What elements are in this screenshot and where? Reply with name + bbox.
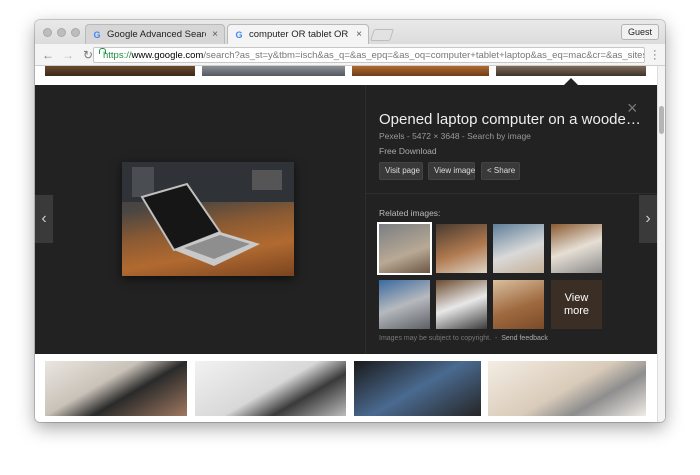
result-thumbnail[interactable]	[45, 66, 195, 76]
result-thumbnail[interactable]	[45, 361, 187, 416]
visit-page-button[interactable]: Visit page	[379, 162, 423, 180]
result-thumbnail[interactable]	[488, 361, 646, 416]
related-images-label: Related images:	[379, 208, 441, 218]
license-label: Free Download	[379, 146, 437, 156]
related-image-thumbnail[interactable]	[379, 280, 430, 329]
vertical-scrollbar[interactable]	[657, 66, 665, 422]
image-title[interactable]: Opened laptop computer on a woode…	[379, 111, 641, 128]
forward-arrow-icon[interactable]: →	[61, 48, 75, 62]
url-path: /search?as_st=y&tbm=isch&as_q=&as_epq=&a…	[203, 49, 645, 61]
tab-image-search[interactable]: G computer OR tablet OR laptop ×	[227, 24, 369, 44]
related-image-thumbnail[interactable]	[436, 280, 487, 329]
window-controls	[43, 28, 80, 37]
address-bar[interactable]: https://www.google.com/search?as_st=y&tb…	[93, 47, 645, 63]
google-g-icon: G	[235, 29, 243, 40]
result-thumbnail[interactable]	[195, 361, 346, 416]
maximize-window-button[interactable]	[71, 28, 80, 37]
title-bar: G Google Advanced Search × G computer OR…	[35, 20, 665, 44]
next-image-button[interactable]: ›	[639, 195, 657, 243]
related-image-thumbnail[interactable]	[493, 280, 544, 329]
previous-image-button[interactable]: ‹	[35, 195, 53, 243]
share-label: Share	[493, 166, 516, 175]
back-arrow-icon[interactable]: ←	[41, 48, 55, 62]
close-window-button[interactable]	[43, 28, 52, 37]
view-more-button[interactable]: View more	[551, 280, 602, 329]
section-divider	[366, 193, 657, 194]
result-thumbnail[interactable]	[352, 66, 489, 76]
url-scheme: https://	[103, 49, 132, 61]
selection-pointer	[564, 78, 578, 85]
page-content: ‹ × Opened laptop computer on a woode… P…	[35, 66, 665, 422]
chevron-left-icon: ‹	[41, 210, 47, 227]
copyright-disclaimer: Images may be subject to copyright. - Se…	[379, 335, 548, 342]
share-button[interactable]: < Share	[481, 162, 520, 180]
browser-window: G Google Advanced Search × G computer OR…	[35, 20, 665, 422]
tab-label: Google Advanced Search	[107, 29, 207, 40]
result-thumbnail[interactable]	[354, 361, 481, 416]
new-tab-button[interactable]	[370, 29, 394, 41]
image-meta: Pexels - 5472 × 3648 - Search by image	[379, 131, 531, 141]
url-domain: www.google.com	[131, 49, 204, 61]
close-tab-icon[interactable]: ×	[212, 29, 218, 40]
image-preview-panel: ‹ × Opened laptop computer on a woode… P…	[35, 85, 657, 354]
menu-dots-icon[interactable]: · · ·	[653, 46, 657, 65]
tab-advanced-search[interactable]: G Google Advanced Search ×	[85, 24, 225, 44]
browser-toolbar: ← → ↻ https://www.google.com/search?as_s…	[35, 44, 665, 66]
copyright-notice: Images may be subject to copyright.	[379, 335, 492, 342]
panel-divider	[365, 85, 366, 354]
result-thumbnail-selected[interactable]	[496, 66, 646, 76]
related-image-thumbnail[interactable]	[436, 224, 487, 273]
chevron-right-icon: ›	[645, 210, 651, 227]
related-image-thumbnail[interactable]	[379, 224, 430, 273]
laptop-photo	[122, 162, 294, 266]
related-image-thumbnail[interactable]	[551, 224, 602, 273]
google-g-icon: G	[93, 29, 101, 40]
scrollbar-thumb[interactable]	[659, 106, 664, 134]
send-feedback-link[interactable]: Send feedback	[501, 335, 548, 342]
related-image-thumbnail[interactable]	[493, 224, 544, 273]
view-image-button[interactable]: View image	[428, 162, 475, 180]
result-thumbnail[interactable]	[202, 66, 345, 76]
minimize-window-button[interactable]	[57, 28, 66, 37]
tab-label: computer OR tablet OR laptop	[249, 29, 350, 40]
guest-profile-button[interactable]: Guest	[620, 24, 659, 40]
share-icon: <	[487, 166, 492, 175]
close-tab-icon[interactable]: ×	[356, 29, 362, 40]
preview-image[interactable]	[122, 162, 294, 276]
